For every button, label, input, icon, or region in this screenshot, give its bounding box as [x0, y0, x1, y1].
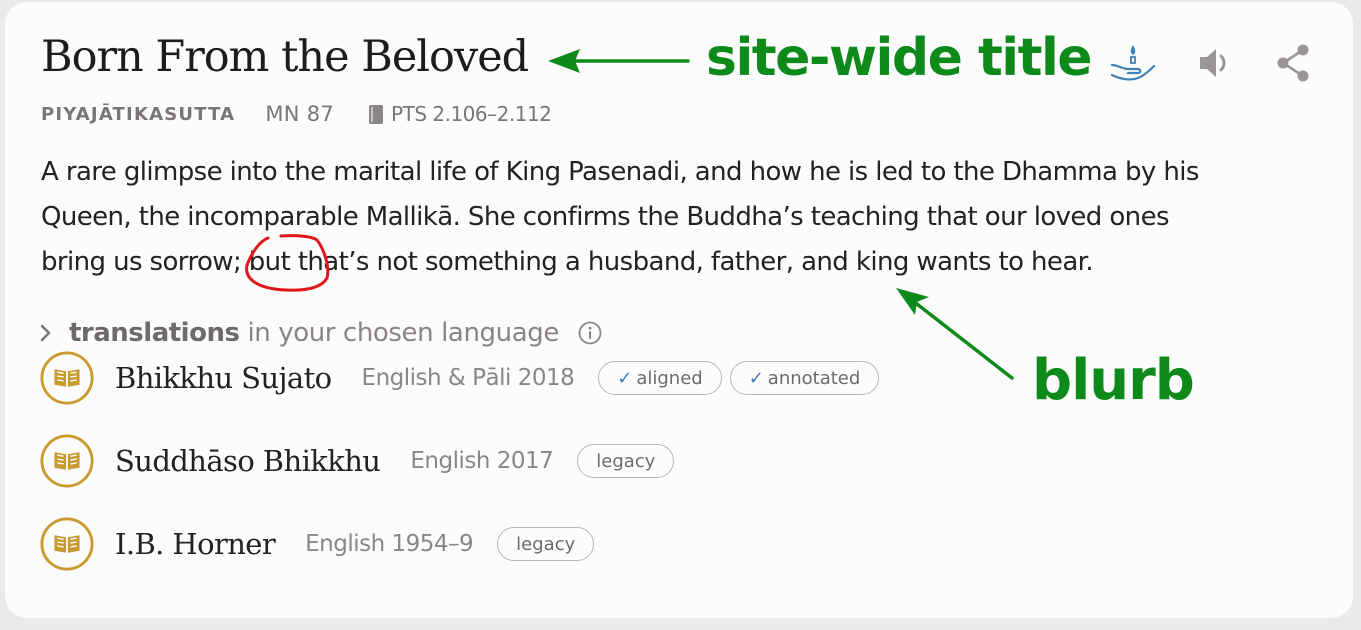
annotation-overlay: [245, 49, 1014, 380]
title-arrow-icon: [548, 49, 690, 73]
blurb-arrow-icon: [896, 288, 1014, 380]
highlight-circle-icon: [245, 234, 330, 292]
